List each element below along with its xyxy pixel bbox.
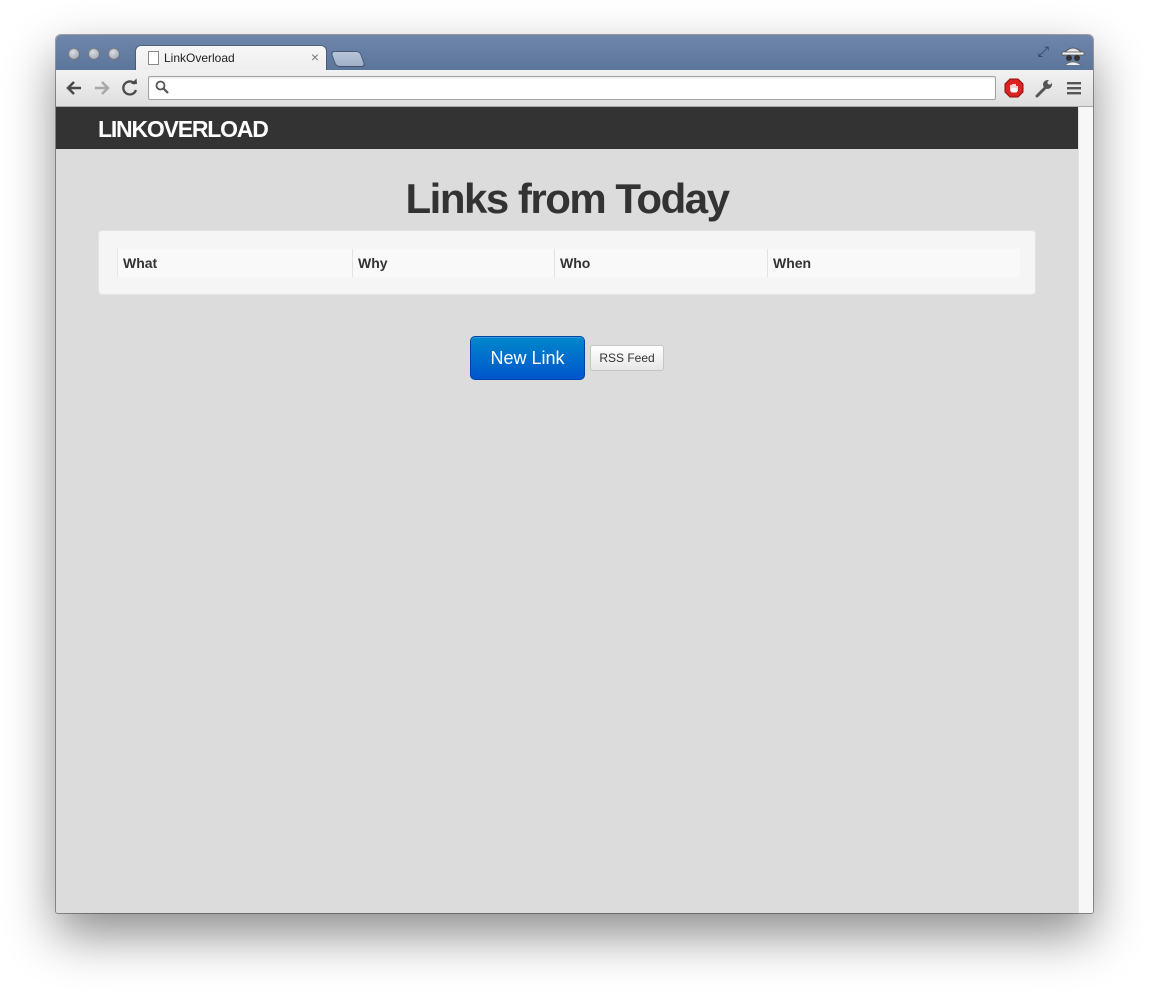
page-title: Links from Today (405, 175, 730, 222)
fullscreen-icon[interactable]: ⤢ (1038, 43, 1049, 60)
page-icon (148, 51, 159, 65)
new-tab-button[interactable] (331, 52, 365, 66)
address-bar[interactable] (148, 76, 996, 100)
wrench-icon[interactable] (1034, 78, 1054, 98)
close-window-button[interactable] (68, 48, 80, 60)
links-table-header: What Why Who When (117, 249, 1020, 277)
links-table-container: What Why Who When (98, 230, 1036, 295)
tab-linkoverload[interactable]: LinkOverload × (136, 46, 326, 70)
address-input[interactable] (175, 79, 979, 97)
top-navbar: LINKOVERLOAD (56, 107, 1078, 149)
close-icon[interactable]: × (311, 49, 319, 65)
rss-feed-button[interactable]: RSS Feed (590, 345, 664, 371)
vertical-scrollbar[interactable] (1078, 107, 1093, 913)
zoom-window-button[interactable] (108, 48, 120, 60)
brand-link[interactable]: LINKOVERLOAD (98, 116, 269, 143)
title-bar: LinkOverload × ⤢ (56, 35, 1093, 70)
back-icon[interactable] (64, 78, 84, 98)
new-link-button[interactable]: New Link (470, 336, 585, 380)
column-header-why[interactable]: Why (352, 249, 554, 277)
menu-icon[interactable] (1065, 79, 1083, 97)
column-header-when[interactable]: When (767, 249, 1020, 277)
tab-title: LinkOverload (164, 51, 235, 65)
search-icon (155, 80, 169, 94)
column-header-who[interactable]: Who (554, 249, 767, 277)
browser-window: LinkOverload × ⤢ LINKOVERLOAD Links from… (56, 35, 1093, 913)
reload-icon[interactable] (120, 78, 140, 98)
forward-icon[interactable] (92, 78, 112, 98)
adblock-icon[interactable] (1004, 78, 1024, 98)
minimize-window-button[interactable] (88, 48, 100, 60)
column-header-what[interactable]: What (118, 249, 352, 277)
incognito-icon (1061, 47, 1085, 66)
page-viewport: LINKOVERLOAD Links from Today What Why W… (56, 107, 1078, 913)
browser-toolbar (56, 70, 1093, 107)
